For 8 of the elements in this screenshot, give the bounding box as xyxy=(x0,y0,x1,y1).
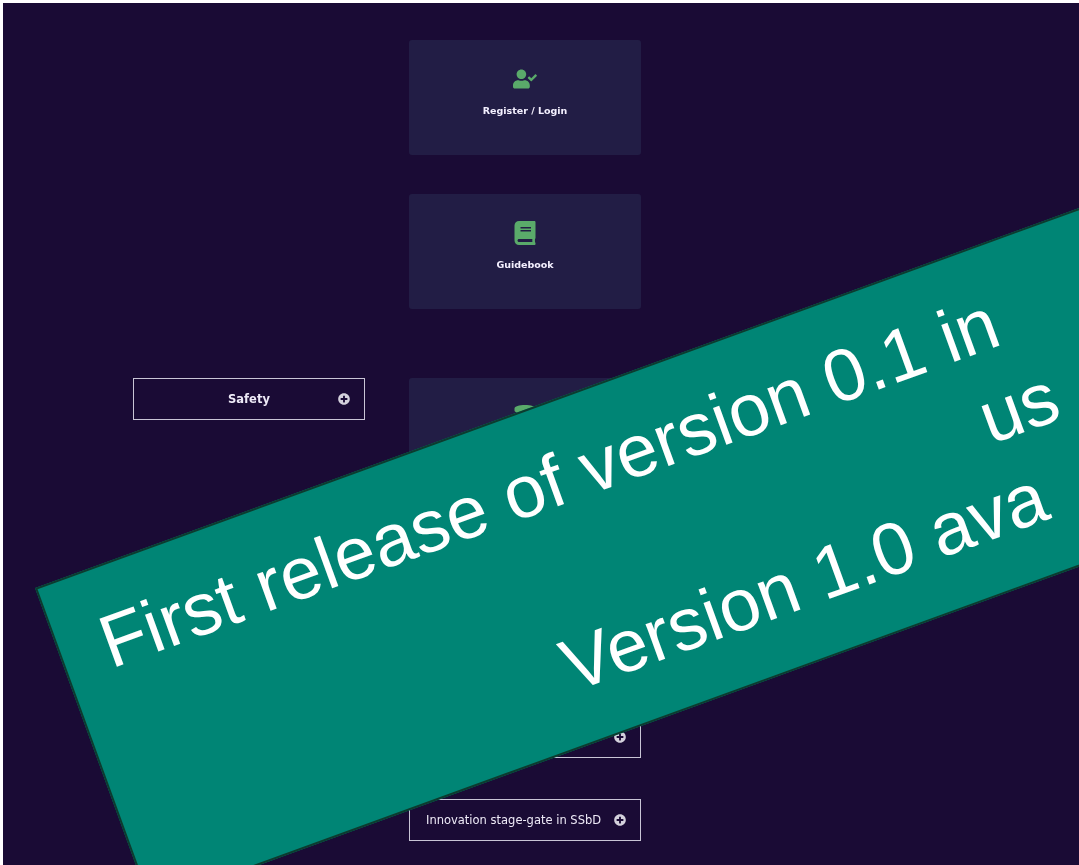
plus-icon xyxy=(614,814,626,826)
user-check-icon xyxy=(513,67,537,91)
plus-icon xyxy=(338,393,350,405)
menu-card[interactable]: Guidebook xyxy=(409,194,641,309)
section-toggle[interactable]: Safety xyxy=(133,378,365,420)
section-toggle[interactable]: Innovation stage-gate in SSbD xyxy=(409,799,641,841)
menu-card[interactable]: Register / Login xyxy=(409,40,641,155)
book-icon xyxy=(513,221,537,245)
